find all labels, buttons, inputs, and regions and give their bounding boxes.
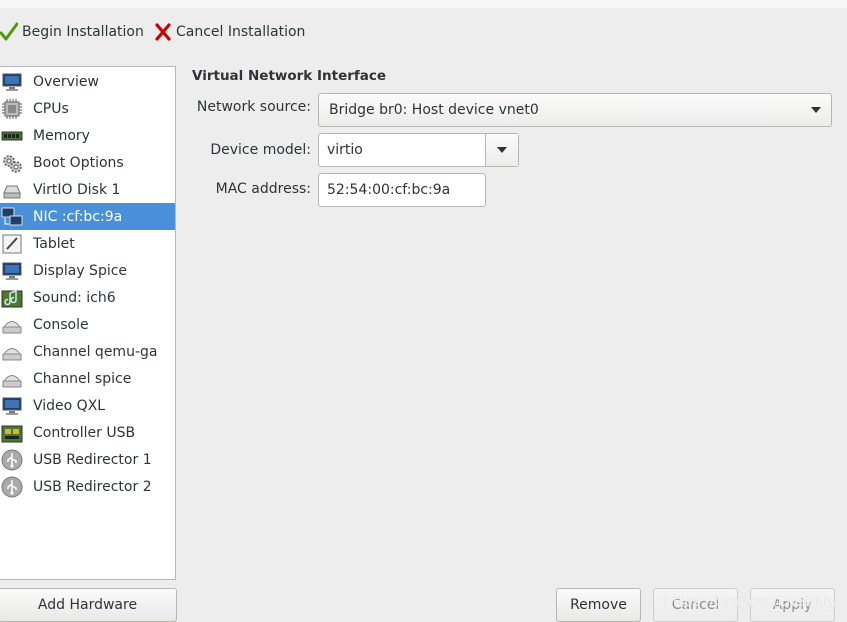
sidebar-item-label: Memory bbox=[33, 127, 90, 144]
sidebar-item-label: Controller USB bbox=[33, 424, 136, 441]
sidebar-item-channel-spice[interactable]: Channel spice bbox=[0, 365, 175, 392]
chevron-down-icon bbox=[811, 107, 821, 113]
video-icon bbox=[2, 397, 22, 415]
sidebar-item-display-spice[interactable]: Display Spice bbox=[0, 257, 175, 284]
monitor-icon bbox=[2, 73, 22, 91]
sidebar-item-controller-usb[interactable]: Controller USB bbox=[0, 419, 175, 446]
display-icon bbox=[2, 262, 22, 280]
sidebar-item-label: Tablet bbox=[33, 235, 75, 252]
sidebar-item-label: Overview bbox=[33, 73, 99, 90]
usb-icon bbox=[1, 449, 23, 470]
device-model-combo[interactable]: virtio bbox=[318, 133, 519, 167]
sidebar-item-label: Boot Options bbox=[33, 154, 124, 171]
sidebar-item-label: Display Spice bbox=[33, 262, 128, 279]
sidebar-item-virtio-disk[interactable]: VirtIO Disk 1 bbox=[0, 176, 175, 203]
sidebar-item-console[interactable]: Console bbox=[0, 311, 175, 338]
sidebar-item-usb-redirector-1[interactable]: USB Redirector 1 bbox=[0, 446, 175, 473]
cancel-installation-label: Cancel Installation bbox=[176, 24, 306, 40]
sidebar-item-label: Channel qemu-ga bbox=[33, 343, 158, 360]
checkmark-icon bbox=[0, 22, 18, 41]
watermark-text: https://blog.csdn.net/lilly bbox=[664, 594, 838, 610]
network-source-label: Network source: bbox=[196, 99, 311, 115]
hardware-list: Overview CPUs Memory Boot Options VirtIO… bbox=[0, 66, 176, 580]
remove-button[interactable]: Remove bbox=[556, 588, 641, 622]
serial-icon bbox=[2, 347, 22, 360]
sidebar-item-label: Video QXL bbox=[33, 397, 106, 414]
chevron-down-icon bbox=[497, 147, 507, 153]
sidebar-item-label: Console bbox=[33, 316, 89, 333]
controller-icon bbox=[1, 425, 23, 442]
gears-icon bbox=[3, 154, 22, 173]
cancel-installation-button[interactable]: Cancel Installation bbox=[154, 20, 305, 44]
cpu-icon bbox=[2, 98, 22, 119]
sidebar-item-label: USB Redirector 2 bbox=[33, 478, 152, 495]
sidebar-item-label: CPUs bbox=[33, 100, 69, 117]
sidebar-item-label: VirtIO Disk 1 bbox=[33, 181, 121, 198]
sidebar-item-cpus[interactable]: CPUs bbox=[0, 95, 175, 122]
sidebar-item-sound[interactable]: Sound: ich6 bbox=[0, 284, 175, 311]
sidebar-item-nic[interactable]: NIC :cf:bc:9a bbox=[0, 203, 175, 230]
network-icon bbox=[1, 207, 23, 225]
device-model-dropdown-button[interactable] bbox=[485, 134, 518, 166]
begin-installation-label: Begin Installation bbox=[22, 24, 144, 40]
serial-icon bbox=[2, 374, 22, 387]
sidebar-item-channel-qemu-ga[interactable]: Channel qemu-ga bbox=[0, 338, 175, 365]
network-source-value: Bridge br0: Host device vnet0 bbox=[329, 102, 539, 118]
sidebar-item-label: Sound: ich6 bbox=[33, 289, 116, 306]
serial-icon bbox=[2, 320, 22, 333]
device-model-input[interactable]: virtio bbox=[319, 134, 485, 166]
add-hardware-button[interactable]: Add Hardware bbox=[0, 588, 177, 622]
begin-installation-button[interactable]: Begin Installation bbox=[0, 20, 144, 44]
sidebar-item-video-qxl[interactable]: Video QXL bbox=[0, 392, 175, 419]
sound-icon bbox=[1, 289, 23, 307]
sidebar-item-label: USB Redirector 1 bbox=[33, 451, 152, 468]
window-top-strip bbox=[0, 0, 847, 8]
sidebar-item-tablet[interactable]: Tablet bbox=[0, 230, 175, 257]
usb-icon bbox=[1, 476, 23, 497]
network-source-select[interactable]: Bridge br0: Host device vnet0 bbox=[318, 93, 832, 127]
tablet-icon bbox=[2, 234, 22, 253]
sidebar-item-usb-redirector-2[interactable]: USB Redirector 2 bbox=[0, 473, 175, 500]
sidebar-item-label: Channel spice bbox=[33, 370, 132, 387]
device-model-label: Device model: bbox=[210, 142, 311, 158]
mac-address-label: MAC address: bbox=[215, 181, 311, 197]
toolbar: Begin Installation Cancel Installation bbox=[0, 14, 847, 52]
red-x-icon bbox=[155, 23, 171, 41]
sidebar-item-label: NIC :cf:bc:9a bbox=[33, 208, 123, 225]
section-title: Virtual Network Interface bbox=[192, 68, 387, 84]
sidebar-item-overview[interactable]: Overview bbox=[0, 68, 175, 95]
mac-address-field[interactable]: 52:54:00:cf:bc:9a bbox=[318, 173, 486, 207]
sidebar-item-boot-options[interactable]: Boot Options bbox=[0, 149, 175, 176]
disk-icon bbox=[3, 185, 21, 198]
sidebar-item-memory[interactable]: Memory bbox=[0, 122, 175, 149]
memory-icon bbox=[1, 131, 23, 140]
